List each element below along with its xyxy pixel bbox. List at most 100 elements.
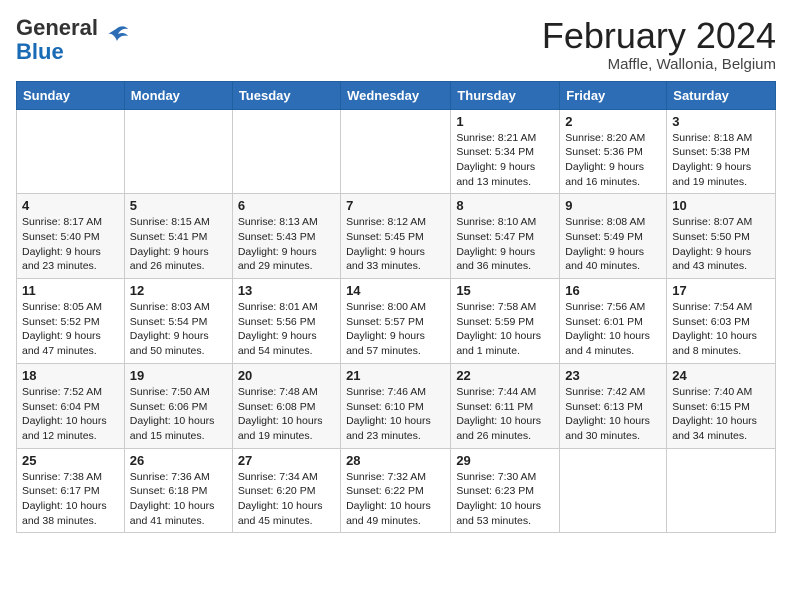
calendar-cell: 27 Sunrise: 7:34 AM Sunset: 6:20 PM Dayli… (232, 448, 340, 533)
day-number: 17 (672, 283, 770, 298)
calendar-cell: 2 Sunrise: 8:20 AM Sunset: 5:36 PM Daylig… (560, 109, 667, 194)
day-info: Sunrise: 7:50 AM Sunset: 6:06 PM Dayligh… (130, 385, 227, 444)
calendar-cell: 9 Sunrise: 8:08 AM Sunset: 5:49 PM Daylig… (560, 194, 667, 279)
calendar-cell: 22 Sunrise: 7:44 AM Sunset: 6:11 PM Dayli… (451, 363, 560, 448)
day-info: Sunrise: 8:08 AM Sunset: 5:49 PM Dayligh… (565, 215, 661, 274)
calendar-cell: 20 Sunrise: 7:48 AM Sunset: 6:08 PM Dayli… (232, 363, 340, 448)
day-info: Sunrise: 8:20 AM Sunset: 5:36 PM Dayligh… (565, 131, 661, 190)
day-number: 28 (346, 453, 445, 468)
calendar-cell: 12Sunrise: 8:03 AM Sunset: 5:54 PM Dayli… (124, 279, 232, 364)
day-number: 13 (238, 283, 335, 298)
day-number: 14 (346, 283, 445, 298)
calendar-cell: 11 Sunrise: 8:05 AM Sunset: 5:52 PM Dayli… (17, 279, 125, 364)
month-year-title: February 2024 (542, 16, 776, 56)
day-info: Sunrise: 8:13 AM Sunset: 5:43 PM Dayligh… (238, 215, 335, 274)
day-number: 9 (565, 198, 661, 213)
calendar-week-row: 1Sunrise: 8:21 AM Sunset: 5:34 PM Daylig… (17, 109, 776, 194)
day-number: 15 (456, 283, 554, 298)
logo: General Blue (16, 16, 130, 64)
day-info: Sunrise: 7:34 AM Sunset: 6:20 PM Dayligh… (238, 470, 335, 529)
calendar-week-row: 18 Sunrise: 7:52 AM Sunset: 6:04 PM Dayli… (17, 363, 776, 448)
calendar-cell: 18 Sunrise: 7:52 AM Sunset: 6:04 PM Dayli… (17, 363, 125, 448)
calendar-week-row: 25 Sunrise: 7:38 AM Sunset: 6:17 PM Dayli… (17, 448, 776, 533)
calendar-table: SundayMondayTuesdayWednesdayThursdayFrid… (16, 81, 776, 534)
day-number: 2 (565, 114, 661, 129)
day-info: Sunrise: 7:48 AM Sunset: 6:08 PM Dayligh… (238, 385, 335, 444)
day-number: 20 (238, 368, 335, 383)
day-info: Sunrise: 8:00 AM Sunset: 5:57 PM Dayligh… (346, 300, 445, 359)
logo-general: General (16, 15, 98, 40)
day-info: Sunrise: 8:21 AM Sunset: 5:34 PM Dayligh… (456, 131, 554, 190)
day-number: 19 (130, 368, 227, 383)
day-info: Sunrise: 7:44 AM Sunset: 6:11 PM Dayligh… (456, 385, 554, 444)
logo-blue: Blue (16, 39, 64, 64)
day-info: Sunrise: 7:30 AM Sunset: 6:23 PM Dayligh… (456, 470, 554, 529)
day-info: Sunrise: 7:46 AM Sunset: 6:10 PM Dayligh… (346, 385, 445, 444)
calendar-cell: 10Sunrise: 8:07 AM Sunset: 5:50 PM Dayli… (667, 194, 776, 279)
day-number: 6 (238, 198, 335, 213)
calendar-week-row: 4Sunrise: 8:17 AM Sunset: 5:40 PM Daylig… (17, 194, 776, 279)
day-info: Sunrise: 8:05 AM Sunset: 5:52 PM Dayligh… (22, 300, 119, 359)
calendar-header-row: SundayMondayTuesdayWednesdayThursdayFrid… (17, 81, 776, 109)
calendar-cell: 17 Sunrise: 7:54 AM Sunset: 6:03 PM Dayli… (667, 279, 776, 364)
day-number: 23 (565, 368, 661, 383)
calendar-cell: 26 Sunrise: 7:36 AM Sunset: 6:18 PM Dayli… (124, 448, 232, 533)
day-info: Sunrise: 8:17 AM Sunset: 5:40 PM Dayligh… (22, 215, 119, 274)
day-number: 8 (456, 198, 554, 213)
day-info: Sunrise: 8:18 AM Sunset: 5:38 PM Dayligh… (672, 131, 770, 190)
title-section: February 2024 Maffle, Wallonia, Belgium (542, 16, 776, 73)
col-header-wednesday: Wednesday (341, 81, 451, 109)
day-number: 11 (22, 283, 119, 298)
calendar-cell: 25 Sunrise: 7:38 AM Sunset: 6:17 PM Dayli… (17, 448, 125, 533)
logo-bird-icon (102, 21, 130, 49)
calendar-cell: 16Sunrise: 7:56 AM Sunset: 6:01 PM Dayli… (560, 279, 667, 364)
day-info: Sunrise: 7:58 AM Sunset: 5:59 PM Dayligh… (456, 300, 554, 359)
day-number: 21 (346, 368, 445, 383)
day-number: 27 (238, 453, 335, 468)
calendar-cell: 24 Sunrise: 7:40 AM Sunset: 6:15 PM Dayli… (667, 363, 776, 448)
day-info: Sunrise: 8:15 AM Sunset: 5:41 PM Dayligh… (130, 215, 227, 274)
day-info: Sunrise: 7:40 AM Sunset: 6:15 PM Dayligh… (672, 385, 770, 444)
day-info: Sunrise: 7:52 AM Sunset: 6:04 PM Dayligh… (22, 385, 119, 444)
day-number: 24 (672, 368, 770, 383)
day-info: Sunrise: 8:12 AM Sunset: 5:45 PM Dayligh… (346, 215, 445, 274)
calendar-cell: 19 Sunrise: 7:50 AM Sunset: 6:06 PM Dayli… (124, 363, 232, 448)
day-info: Sunrise: 7:32 AM Sunset: 6:22 PM Dayligh… (346, 470, 445, 529)
col-header-sunday: Sunday (17, 81, 125, 109)
day-info: Sunrise: 8:07 AM Sunset: 5:50 PM Dayligh… (672, 215, 770, 274)
day-number: 12 (130, 283, 227, 298)
header: General Blue February 2024 Maffle, Wallo… (16, 16, 776, 73)
calendar-cell (124, 109, 232, 194)
calendar-cell (17, 109, 125, 194)
calendar-cell: 21 Sunrise: 7:46 AM Sunset: 6:10 PM Dayli… (341, 363, 451, 448)
calendar-cell: 1Sunrise: 8:21 AM Sunset: 5:34 PM Daylig… (451, 109, 560, 194)
calendar-cell: 15 Sunrise: 7:58 AM Sunset: 5:59 PM Dayli… (451, 279, 560, 364)
day-info: Sunrise: 7:36 AM Sunset: 6:18 PM Dayligh… (130, 470, 227, 529)
calendar-cell: 7Sunrise: 8:12 AM Sunset: 5:45 PM Daylig… (341, 194, 451, 279)
day-info: Sunrise: 7:42 AM Sunset: 6:13 PM Dayligh… (565, 385, 661, 444)
calendar-cell: 14 Sunrise: 8:00 AM Sunset: 5:57 PM Dayli… (341, 279, 451, 364)
calendar-cell (232, 109, 340, 194)
col-header-monday: Monday (124, 81, 232, 109)
day-info: Sunrise: 8:01 AM Sunset: 5:56 PM Dayligh… (238, 300, 335, 359)
calendar-cell: 13 Sunrise: 8:01 AM Sunset: 5:56 PM Dayli… (232, 279, 340, 364)
day-number: 29 (456, 453, 554, 468)
calendar-cell: 5Sunrise: 8:15 AM Sunset: 5:41 PM Daylig… (124, 194, 232, 279)
day-number: 26 (130, 453, 227, 468)
day-number: 18 (22, 368, 119, 383)
day-info: Sunrise: 7:56 AM Sunset: 6:01 PM Dayligh… (565, 300, 661, 359)
col-header-friday: Friday (560, 81, 667, 109)
calendar-cell (341, 109, 451, 194)
col-header-saturday: Saturday (667, 81, 776, 109)
calendar-cell: 29 Sunrise: 7:30 AM Sunset: 6:23 PM Dayli… (451, 448, 560, 533)
day-number: 22 (456, 368, 554, 383)
calendar-cell (667, 448, 776, 533)
day-info: Sunrise: 7:38 AM Sunset: 6:17 PM Dayligh… (22, 470, 119, 529)
day-number: 25 (22, 453, 119, 468)
calendar-week-row: 11 Sunrise: 8:05 AM Sunset: 5:52 PM Dayli… (17, 279, 776, 364)
calendar-cell: 28 Sunrise: 7:32 AM Sunset: 6:22 PM Dayli… (341, 448, 451, 533)
col-header-tuesday: Tuesday (232, 81, 340, 109)
day-info: Sunrise: 7:54 AM Sunset: 6:03 PM Dayligh… (672, 300, 770, 359)
day-number: 3 (672, 114, 770, 129)
calendar-cell: 4Sunrise: 8:17 AM Sunset: 5:40 PM Daylig… (17, 194, 125, 279)
